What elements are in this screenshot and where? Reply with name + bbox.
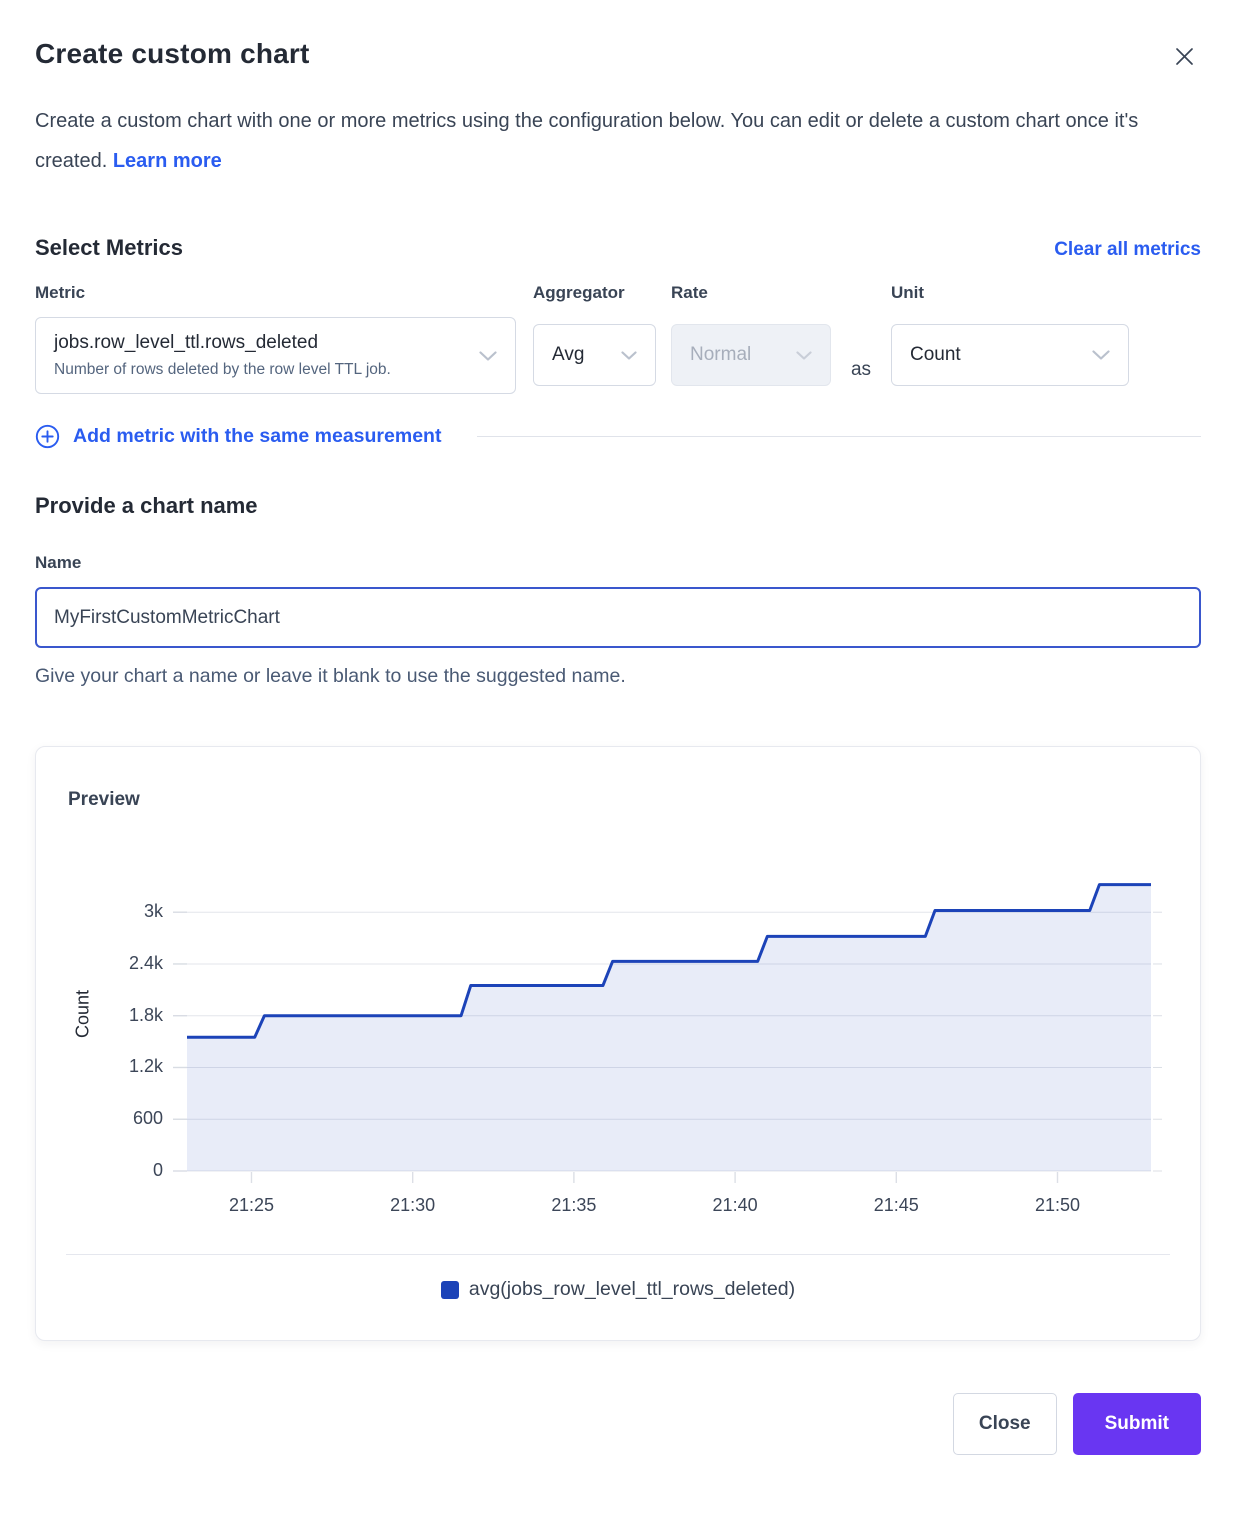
aggregator-column: Aggregator Avg — [533, 283, 656, 386]
legend-label: avg(jobs_row_level_ttl_rows_deleted) — [469, 1278, 795, 1301]
x-tick-label: 21:40 — [690, 1195, 780, 1216]
modal-footer: Close Submit — [35, 1393, 1201, 1455]
name-label: Name — [35, 553, 1201, 573]
chevron-down-icon — [1092, 350, 1110, 360]
x-tick-label: 21:50 — [1013, 1195, 1103, 1216]
chart-plot: 06001.2k1.8k2.4k3k21:2521:3021:3521:4021… — [187, 857, 1151, 1171]
y-tick-label: 600 — [93, 1108, 163, 1129]
page-title: Create custom chart — [35, 38, 310, 70]
chart-name-input[interactable] — [35, 587, 1201, 648]
x-tick-label: 21:45 — [851, 1195, 941, 1216]
add-metric-row: Add metric with the same measurement — [35, 424, 1201, 449]
unit-label: Unit — [891, 283, 1129, 303]
select-metrics-heading: Select Metrics — [35, 235, 183, 261]
divider — [66, 1254, 1170, 1255]
modal-description: Create a custom chart with one or more m… — [35, 101, 1195, 181]
x-tick-label: 21:30 — [368, 1195, 458, 1216]
metric-config-row: Metric jobs.row_level_ttl.rows_deleted N… — [35, 283, 1201, 394]
as-label: as — [831, 283, 891, 394]
unit-select[interactable]: Count — [891, 324, 1129, 386]
clear-all-metrics-link[interactable]: Clear all metrics — [1054, 239, 1201, 261]
unit-column: Unit Count — [891, 283, 1129, 386]
add-metric-label: Add metric with the same measurement — [73, 425, 441, 448]
rate-label: Rate — [671, 283, 831, 303]
metric-select-value: jobs.row_level_ttl.rows_deleted — [54, 332, 318, 354]
y-tick-label: 3k — [93, 901, 163, 922]
aggregator-select-value: Avg — [552, 344, 584, 366]
y-tick-label: 2.4k — [93, 953, 163, 974]
chevron-down-icon — [621, 351, 637, 360]
preview-card: Preview Count 06001.2k1.8k2.4k3k21:2521:… — [35, 746, 1201, 1341]
x-tick-label: 21:35 — [529, 1195, 619, 1216]
close-button[interactable]: Close — [953, 1393, 1057, 1455]
name-helper-text: Give your chart a name or leave it blank… — [35, 665, 1201, 688]
series-area — [187, 885, 1151, 1171]
rate-select-value: Normal — [690, 344, 751, 366]
close-icon — [1174, 55, 1195, 70]
aggregator-label: Aggregator — [533, 283, 656, 303]
y-tick-label: 1.8k — [93, 1005, 163, 1026]
metrics-section-header: Select Metrics Clear all metrics — [35, 235, 1201, 261]
add-metric-link[interactable]: Add metric with the same measurement — [35, 424, 441, 449]
metric-select-description: Number of rows deleted by the row level … — [54, 361, 391, 379]
chart-svg — [187, 857, 1151, 1171]
rate-select[interactable]: Normal — [671, 324, 831, 386]
learn-more-link[interactable]: Learn more — [113, 150, 222, 172]
preview-heading: Preview — [68, 789, 140, 811]
y-tick-label: 1.2k — [93, 1056, 163, 1077]
y-tick-label: 0 — [93, 1160, 163, 1181]
modal-header: Create custom chart — [35, 38, 1201, 73]
chart-name-heading: Provide a chart name — [35, 493, 1201, 519]
rate-column: Rate Normal — [671, 283, 831, 386]
chart-legend: avg(jobs_row_level_ttl_rows_deleted) — [36, 1278, 1200, 1301]
submit-button[interactable]: Submit — [1073, 1393, 1201, 1455]
aggregator-select[interactable]: Avg — [533, 324, 656, 386]
divider — [477, 436, 1201, 437]
metric-column: Metric jobs.row_level_ttl.rows_deleted N… — [35, 283, 516, 394]
plus-circle-icon — [35, 424, 60, 449]
legend-swatch — [441, 1281, 459, 1299]
unit-select-value: Count — [910, 344, 961, 366]
metric-select[interactable]: jobs.row_level_ttl.rows_deleted Number o… — [35, 317, 516, 394]
metric-label: Metric — [35, 283, 516, 303]
x-tick-label: 21:25 — [206, 1195, 296, 1216]
modal-close-button[interactable] — [1168, 40, 1201, 73]
chevron-down-icon — [479, 351, 497, 361]
chevron-down-icon — [796, 351, 812, 360]
